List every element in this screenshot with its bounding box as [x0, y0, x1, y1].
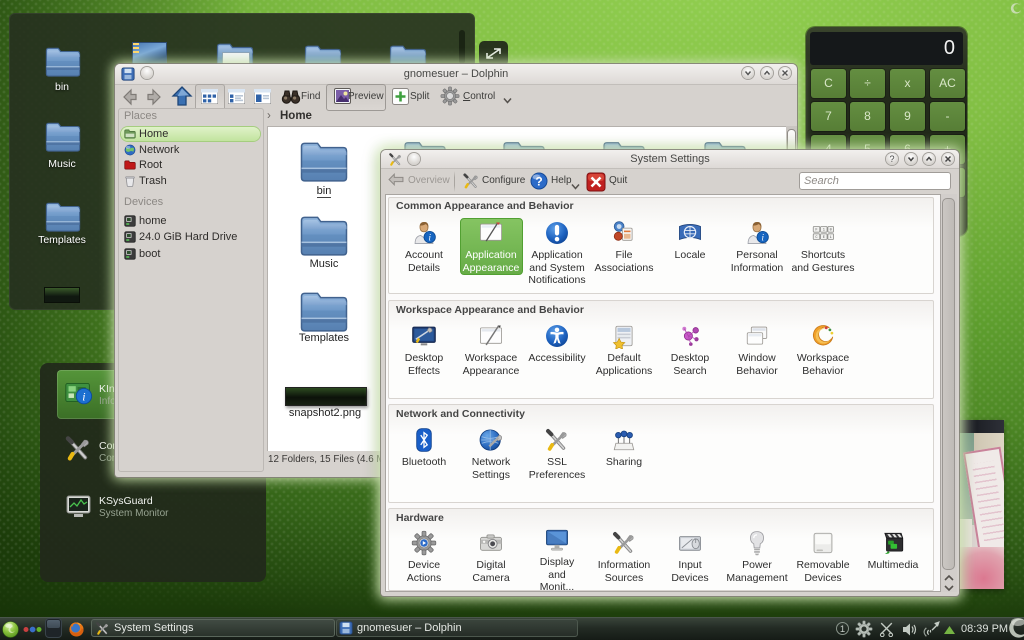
svg-text:i: i: [82, 391, 85, 404]
svg-text:E: E: [823, 236, 825, 240]
svg-text:F: F: [815, 229, 817, 233]
svg-text:L: L: [830, 236, 832, 240]
svg-text:0: 0: [830, 229, 832, 233]
svg-text:?: ?: [535, 175, 542, 189]
